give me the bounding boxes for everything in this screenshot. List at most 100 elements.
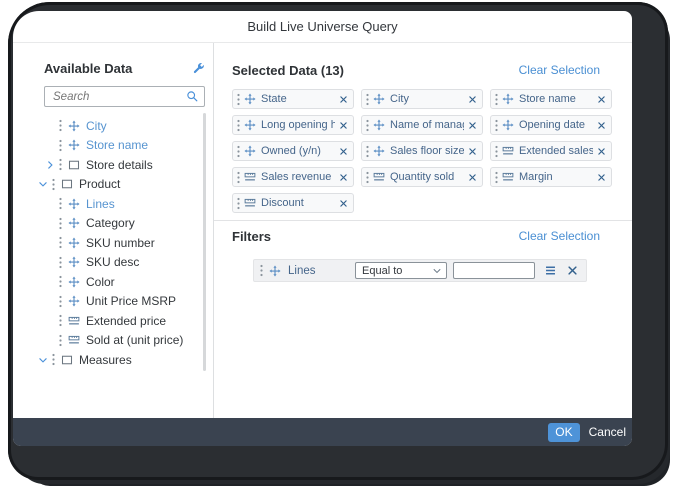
chip-label: Store name [519, 93, 576, 105]
selected-chip-quantity-sold[interactable]: Quantity sold [361, 167, 483, 187]
grip-icon [59, 314, 62, 327]
clear-selected-data-link[interactable]: Clear Selection [519, 63, 600, 77]
dialog-body: Available Data City Store name Store detai… [13, 43, 632, 418]
remove-chip-icon[interactable] [339, 173, 348, 182]
dimension-icon [68, 237, 80, 249]
grip-icon [59, 334, 62, 347]
dialog-title: Build Live Universe Query [247, 19, 398, 34]
measure-icon [502, 171, 514, 183]
filters-title: Filters [232, 228, 272, 244]
selected-data-title: Selected Data (13) [232, 62, 344, 78]
tree-item-sold-at-unit-price[interactable]: Sold at (unit price) [13, 331, 213, 351]
remove-chip-icon[interactable] [339, 147, 348, 156]
grip-icon [59, 139, 62, 152]
available-data-tree: City Store name Store details Product Lines C… [13, 116, 213, 370]
selected-chip-discount[interactable]: Discount [232, 193, 354, 213]
remove-chip-icon[interactable] [597, 147, 606, 156]
dimension-icon [373, 145, 385, 157]
tree-item-store-name[interactable]: Store name [13, 136, 213, 156]
tree-item-measures[interactable]: Measures [13, 350, 213, 370]
tree-item-lines[interactable]: Lines [13, 194, 213, 214]
folder-icon [68, 159, 80, 171]
remove-chip-icon[interactable] [468, 121, 477, 130]
measure-icon [244, 171, 256, 183]
tree-item-product[interactable]: Product [13, 175, 213, 195]
remove-chip-icon[interactable] [597, 95, 606, 104]
tree-item-label: SKU desc [86, 255, 140, 270]
clear-filters-link[interactable]: Clear Selection [519, 229, 600, 243]
measure-icon [502, 145, 514, 157]
cancel-button[interactable]: Cancel [589, 425, 626, 439]
tree-item-store-details[interactable]: Store details [13, 155, 213, 175]
search-input[interactable] [51, 89, 186, 104]
operator-select[interactable]: Equal to [355, 262, 447, 279]
grip-icon [366, 145, 369, 158]
grip-icon [237, 145, 240, 158]
tree-item-sku-number[interactable]: SKU number [13, 233, 213, 253]
chip-label: Owned (y/n) [261, 145, 321, 157]
selected-chip-margin[interactable]: Margin [490, 167, 612, 187]
selected-chip-store-name[interactable]: Store name [490, 89, 612, 109]
dimension-icon [68, 256, 80, 268]
chevron-down-icon[interactable] [38, 355, 48, 365]
tree-item-category[interactable]: Category [13, 214, 213, 234]
chip-label: Long opening ho... [261, 119, 335, 131]
grip-icon [495, 119, 498, 132]
remove-chip-icon[interactable] [597, 173, 606, 182]
tree-scrollbar-thumb[interactable] [203, 113, 206, 371]
selected-chip-owned-y-n[interactable]: Owned (y/n) [232, 141, 354, 161]
ok-button[interactable]: OK [548, 422, 580, 442]
dimension-icon [502, 93, 514, 105]
dimension-icon [68, 139, 80, 151]
grip-icon [366, 119, 369, 132]
dimension-icon [502, 119, 514, 131]
dimension-icon [373, 119, 385, 131]
dimension-icon [244, 119, 256, 131]
tree-item-city[interactable]: City [13, 116, 213, 136]
tree-item-extended-price[interactable]: Extended price [13, 311, 213, 331]
folder-icon [61, 178, 73, 190]
tree-item-label: Measures [79, 352, 132, 367]
tree-item-sku-desc[interactable]: SKU desc [13, 253, 213, 273]
chip-label: Discount [261, 197, 304, 209]
value-help-menu-icon[interactable] [544, 264, 557, 277]
tree-item-label: SKU number [86, 235, 155, 250]
remove-chip-icon[interactable] [468, 147, 477, 156]
selected-chip-extended-sales-fl[interactable]: Extended sales fl... [490, 141, 612, 161]
available-data-title: Available Data [44, 60, 133, 76]
grip-icon [59, 217, 62, 230]
tree-item-label: Product [79, 177, 121, 192]
grip-icon [59, 119, 62, 132]
chevron-down-icon[interactable] [38, 179, 48, 189]
selected-chip-name-of-manager[interactable]: Name of manager [361, 115, 483, 135]
section-divider [214, 220, 632, 221]
selected-chip-city[interactable]: City [361, 89, 483, 109]
remove-chip-icon[interactable] [339, 121, 348, 130]
tree-item-label: Category [86, 216, 135, 231]
dimension-icon [68, 276, 80, 288]
remove-chip-icon[interactable] [468, 173, 477, 182]
tree-item-unit-price-msrp[interactable]: Unit Price MSRP [13, 292, 213, 312]
tree-item-label: Store details [86, 157, 153, 172]
dimension-icon [244, 93, 256, 105]
grip-icon [237, 93, 240, 106]
remove-chip-icon[interactable] [339, 199, 348, 208]
selected-chip-sales-revenue[interactable]: Sales revenue [232, 167, 354, 187]
selected-chip-state[interactable]: State [232, 89, 354, 109]
chevron-right-icon[interactable] [45, 160, 55, 170]
filter-value-input[interactable] [453, 262, 535, 279]
measure-icon [244, 197, 256, 209]
remove-chip-icon[interactable] [339, 95, 348, 104]
selected-chip-sales-floor-size-g[interactable]: Sales floor size g... [361, 141, 483, 161]
filter-field-label: Lines [288, 264, 316, 277]
wrench-icon[interactable] [192, 62, 205, 75]
search-icon[interactable] [186, 90, 199, 103]
remove-chip-icon[interactable] [468, 95, 477, 104]
tree-item-color[interactable]: Color [13, 272, 213, 292]
selected-chip-long-opening-ho[interactable]: Long opening ho... [232, 115, 354, 135]
grip-icon [59, 275, 62, 288]
remove-chip-icon[interactable] [597, 121, 606, 130]
selected-chip-opening-date[interactable]: Opening date [490, 115, 612, 135]
remove-filter-icon[interactable] [567, 265, 578, 276]
grip-icon [59, 295, 62, 308]
